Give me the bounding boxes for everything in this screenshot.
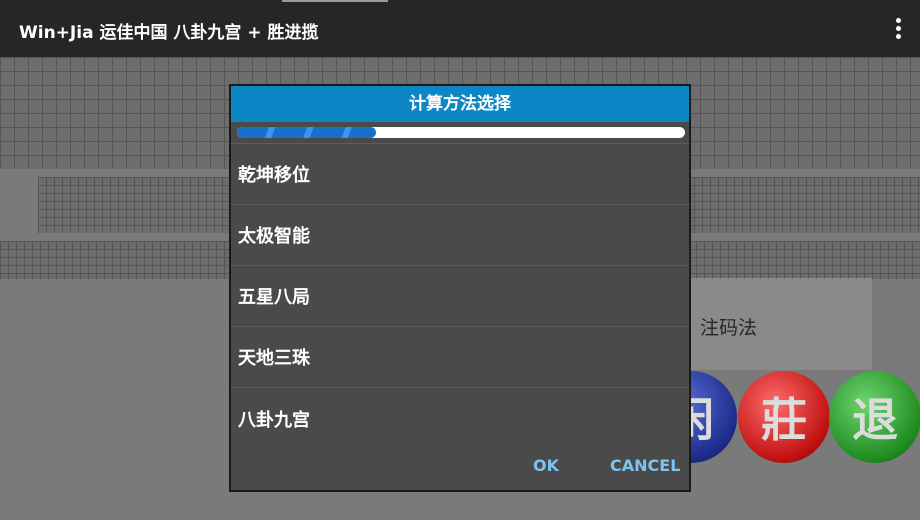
method-item-tiandi[interactable]: 天地三珠 xyxy=(231,327,689,388)
cancel-button[interactable]: CANCEL xyxy=(610,456,680,475)
method-item-label: 太极智能 xyxy=(238,226,310,247)
method-item-bagua[interactable]: 八卦九宫 xyxy=(231,388,689,449)
method-item-wuxing[interactable]: 五星八局 xyxy=(231,266,689,327)
method-item-qiankun[interactable]: 乾坤移位 xyxy=(231,144,689,205)
dialog-actions: OK CANCEL xyxy=(231,448,689,490)
method-item-label: 五星八局 xyxy=(238,287,310,308)
calculation-method-dialog: 计算方法选择 乾坤移位 太极智能 五星八局 天地三珠 八卦九宫 OK CANCE… xyxy=(229,84,691,492)
progress-bar-fill xyxy=(237,127,376,138)
method-item-label: 乾坤移位 xyxy=(238,165,310,186)
method-item-taiji[interactable]: 太极智能 xyxy=(231,205,689,266)
progress-bar xyxy=(237,127,685,138)
method-item-label: 天地三珠 xyxy=(238,348,310,369)
dialog-title: 计算方法选择 xyxy=(231,86,689,122)
ok-button[interactable]: OK xyxy=(533,456,559,475)
method-list: 乾坤移位 太极智能 五星八局 天地三珠 八卦九宫 xyxy=(231,144,689,449)
method-item-label: 八卦九宫 xyxy=(238,409,310,431)
